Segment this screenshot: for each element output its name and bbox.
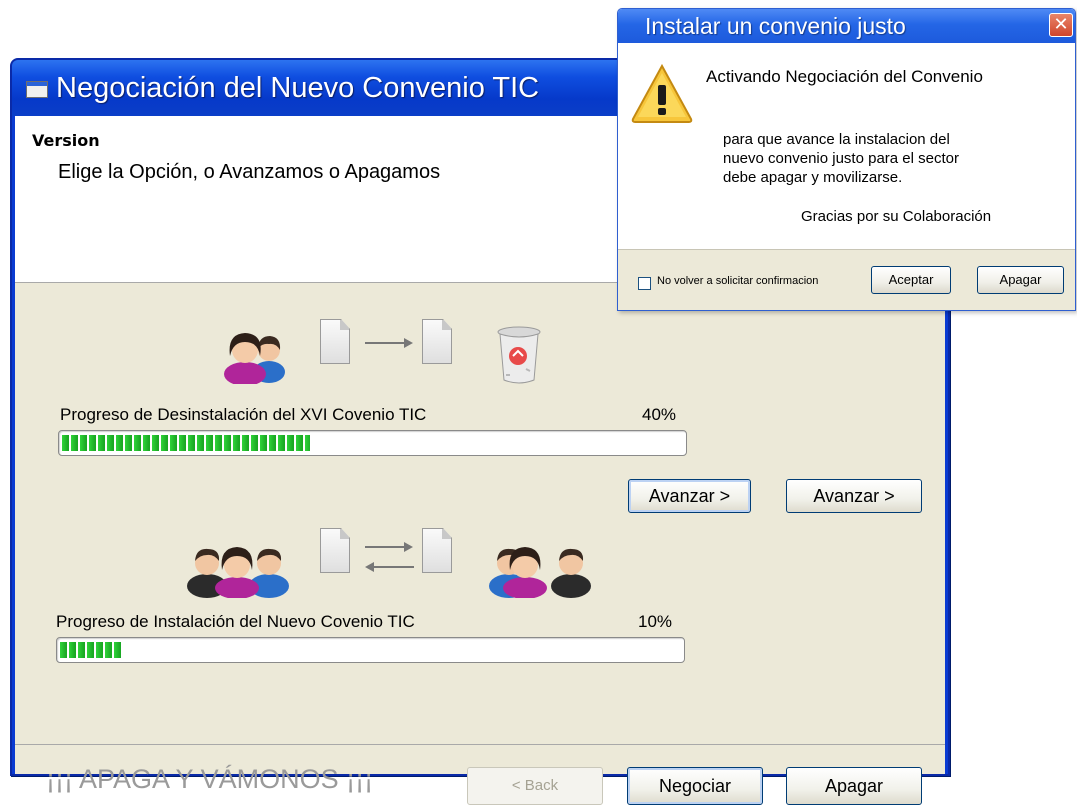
dialog-message-line: para que avance la instalacion del bbox=[723, 131, 950, 148]
uninstall-progress-label: Progreso de Desinstalación del XVI Coven… bbox=[60, 405, 427, 424]
dialog-message-line: nuevo convenio justo para el sector bbox=[723, 150, 959, 167]
negociar-button[interactable]: Negociar bbox=[627, 767, 763, 805]
install-progress-label: Progreso de Instalación del Nuevo Coveni… bbox=[56, 612, 415, 631]
dialog-footer: No volver a solicitar confirmacion Acept… bbox=[618, 249, 1075, 310]
uninstall-progress-bar bbox=[58, 430, 687, 456]
dialog-thanks: Gracias por su Colaboración bbox=[801, 208, 992, 225]
arrow-left bbox=[374, 566, 414, 568]
uninstall-progress-percent: 40% bbox=[642, 405, 677, 424]
dialog-heading: Activando Negociación del Convenio bbox=[706, 67, 983, 86]
dont-ask-checkbox[interactable] bbox=[638, 277, 651, 290]
back-button[interactable]: < Back bbox=[467, 767, 603, 805]
window-icon bbox=[26, 81, 48, 98]
recycle-bin-icon bbox=[497, 326, 541, 384]
install-progress-bar bbox=[56, 637, 685, 663]
aceptar-button[interactable]: Aceptar bbox=[871, 266, 951, 294]
apagar-button[interactable]: Apagar bbox=[786, 767, 922, 805]
document-icon bbox=[422, 319, 452, 364]
arrow-right bbox=[365, 546, 405, 548]
wizard-title: Negociación del Nuevo Convenio TIC bbox=[56, 72, 540, 104]
arrow-left-head bbox=[365, 562, 374, 572]
dialog-titlebar[interactable]: Instalar un convenio justo ✕ bbox=[618, 9, 1075, 43]
footer-slogan: ¡¡¡ APAGA Y VÁMONOS ¡¡¡ bbox=[46, 764, 374, 794]
arrow-right-head bbox=[404, 338, 413, 348]
warning-icon bbox=[631, 63, 693, 123]
arrow-right-head bbox=[404, 542, 413, 552]
dialog-message-line: debe apagar y movilizarse. bbox=[723, 169, 903, 186]
avanzar-button-1[interactable]: Avanzar > bbox=[628, 479, 751, 513]
dont-ask-label[interactable]: No volver a solicitar confirmacion bbox=[657, 275, 818, 287]
users-icon bbox=[224, 333, 285, 384]
close-icon[interactable]: ✕ bbox=[1049, 13, 1073, 37]
install-progress-percent: 10% bbox=[638, 612, 673, 631]
install-progress-fill bbox=[60, 642, 122, 658]
instruction-text: Elige la Opción, o Avanzamos o Apagamos bbox=[58, 161, 441, 183]
footer-divider bbox=[15, 744, 945, 745]
avanzar-button-2[interactable]: Avanzar > bbox=[786, 479, 922, 513]
confirm-dialog: Instalar un convenio justo ✕ Activando N… bbox=[617, 8, 1076, 311]
dialog-body: Activando Negociación del Convenio para … bbox=[618, 43, 1075, 249]
uninstall-progress-fill bbox=[62, 435, 310, 451]
group-icon bbox=[187, 547, 289, 598]
version-label: Version bbox=[32, 131, 100, 150]
document-icon bbox=[422, 528, 452, 573]
document-icon bbox=[320, 319, 350, 364]
dialog-title: Instalar un convenio justo bbox=[645, 13, 906, 39]
group-icon bbox=[489, 547, 591, 598]
dialog-apagar-button[interactable]: Apagar bbox=[977, 266, 1064, 294]
arrow-right bbox=[365, 342, 405, 344]
document-icon bbox=[320, 528, 350, 573]
